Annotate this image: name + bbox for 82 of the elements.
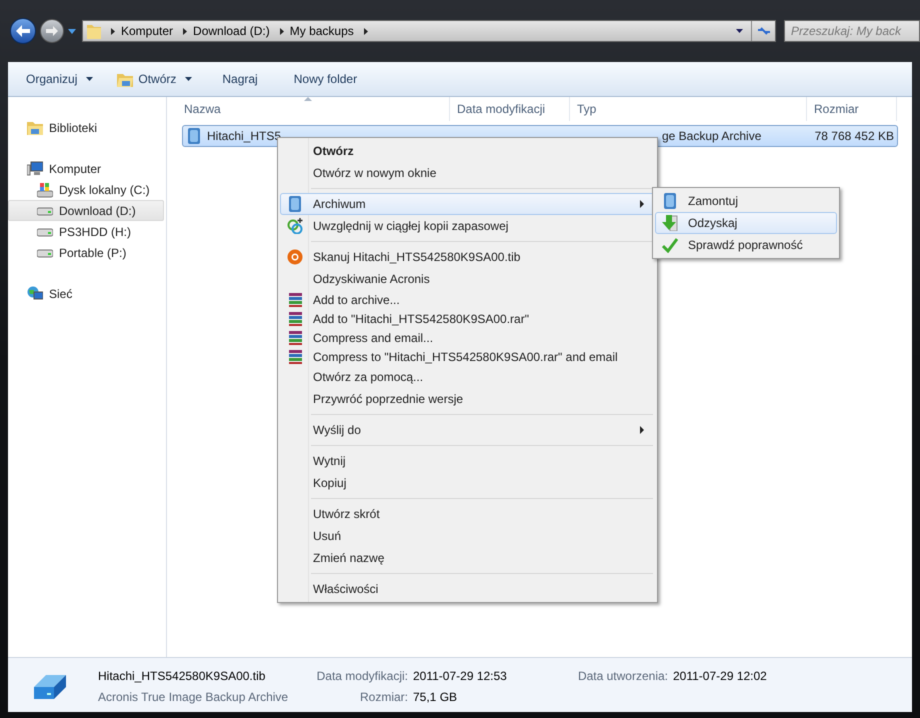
check-icon [662, 237, 678, 253]
menu-item[interactable]: Właściwości [280, 578, 655, 600]
navigation-item[interactable]: Download (D:) [8, 200, 164, 221]
menu-item[interactable]: Uwzględnij w ciągłej kopii zapasowej [280, 215, 655, 237]
file-type: Acronis True Image Backup Archive [98, 689, 288, 706]
field-value: 2011-07-29 12:02 [673, 668, 767, 685]
books-stack-icon [288, 292, 302, 307]
field-label: Rozmiar: [358, 689, 408, 706]
forward-button[interactable] [40, 19, 64, 43]
menu-item[interactable]: Compress to "Hitachi_HTS542580K9SA00.rar" and email [280, 347, 655, 366]
back-button[interactable] [10, 18, 36, 44]
menu-item[interactable]: Skanuj Hitachi_HTS542580K9SA00.tib [280, 246, 655, 268]
menu-item[interactable]: Otwórz w nowym oknie [280, 162, 655, 184]
menu-item[interactable]: Sprawdź poprawność [655, 234, 837, 256]
books-stack-icon [288, 349, 302, 364]
menu-item[interactable]: Usuń [280, 525, 655, 547]
menu-item[interactable]: Utwórz skrót [280, 503, 655, 525]
linked-circles-icon [287, 218, 303, 234]
toolbar-button[interactable]: Otwórz [109, 67, 200, 91]
field-label: Data utworzenia: [576, 668, 668, 685]
navigation-item[interactable]: PS3HDD (H:) [8, 221, 166, 242]
navigation-item[interactable]: Biblioteki [8, 117, 166, 138]
menu-item[interactable]: Otwórz za pomocą... [280, 366, 655, 388]
file-size: 78 768 452 KB [814, 128, 895, 145]
menu-item[interactable]: Kopiuj [280, 472, 655, 494]
network-icon [27, 286, 43, 302]
chevron-icon [364, 28, 368, 34]
column-header[interactable]: Typ [570, 97, 807, 121]
menu-item[interactable]: Odzyskaj [655, 212, 837, 234]
books-stack-icon [288, 311, 302, 326]
menu-item[interactable]: Zamontuj [655, 190, 837, 212]
forward-arrow-icon [46, 26, 58, 36]
breadcrumb[interactable]: My backups [290, 22, 354, 40]
address-bar[interactable]: Komputer Download (D:) My backups [82, 20, 776, 42]
menu-item[interactable]: Archiwum [280, 193, 655, 215]
computer-icon [27, 160, 43, 176]
field-value: 2011-07-29 12:53 [413, 668, 508, 685]
download-arrow-icon [662, 215, 678, 231]
navigation-item[interactable]: Komputer [8, 158, 166, 179]
sort-arrow-icon [304, 97, 312, 101]
disk-icon [663, 193, 677, 209]
chevron-icon [111, 28, 115, 34]
menu-item[interactable]: Wyślij do [280, 419, 655, 441]
breadcrumb[interactable]: Download (D:) [193, 22, 270, 40]
disk-icon [288, 196, 302, 212]
search-field[interactable]: Przeszukaj: My back [784, 20, 920, 42]
column-header[interactable]: Rozmiar [807, 97, 897, 121]
menu-item[interactable]: Przywróć poprzednie wersje [280, 388, 655, 410]
disk-icon [187, 128, 201, 144]
menu-item[interactable]: Compress and email... [280, 328, 655, 347]
menu-item[interactable]: Add to "Hitachi_HTS542580K9SA00.rar" [280, 309, 655, 328]
history-dropdown-icon[interactable] [68, 28, 76, 34]
folder-icon [87, 23, 101, 39]
books-stack-icon [288, 330, 302, 345]
file-type: ge Backup Archive [662, 128, 762, 145]
chevron-icon [280, 28, 284, 34]
file-name: Hitachi_HTS542580K9SA00.tib [98, 668, 266, 685]
field-label: Data modyfikacji: [316, 668, 408, 685]
dropdown-icon[interactable] [736, 29, 743, 33]
ring-icon [287, 249, 303, 265]
back-arrow-icon [16, 25, 30, 37]
navigation-item[interactable]: Dysk lokalny (C:) [8, 179, 166, 200]
toolbar-button[interactable]: Nowy folder [286, 67, 366, 91]
breadcrumb[interactable]: Komputer [121, 22, 174, 40]
dropdown-icon [86, 77, 94, 81]
field-value: 75,1 GB [413, 689, 458, 706]
navigation-item[interactable]: Sieć [8, 283, 166, 304]
drive-icon [32, 673, 68, 701]
menu-item[interactable]: Wytnij [280, 450, 655, 472]
drive-icon [37, 182, 53, 198]
folder-icon [27, 120, 43, 136]
menu-item[interactable]: Odzyskiwanie Acronis [280, 268, 655, 290]
navigation-item[interactable]: Portable (P:) [8, 242, 166, 263]
dropdown-icon [185, 77, 192, 81]
file-name: Hitachi_HTS5 [207, 128, 282, 145]
menu-item[interactable]: Add to archive... [280, 290, 655, 309]
toolbar-button[interactable]: Nagraj [214, 67, 266, 91]
chevron-icon [183, 28, 188, 34]
toolbar-button[interactable]: Organizuj [18, 67, 102, 91]
menu-item[interactable]: Zmień nazwę [280, 547, 655, 569]
column-header[interactable]: Data modyfikacji [450, 97, 570, 121]
folder-icon [117, 72, 134, 86]
